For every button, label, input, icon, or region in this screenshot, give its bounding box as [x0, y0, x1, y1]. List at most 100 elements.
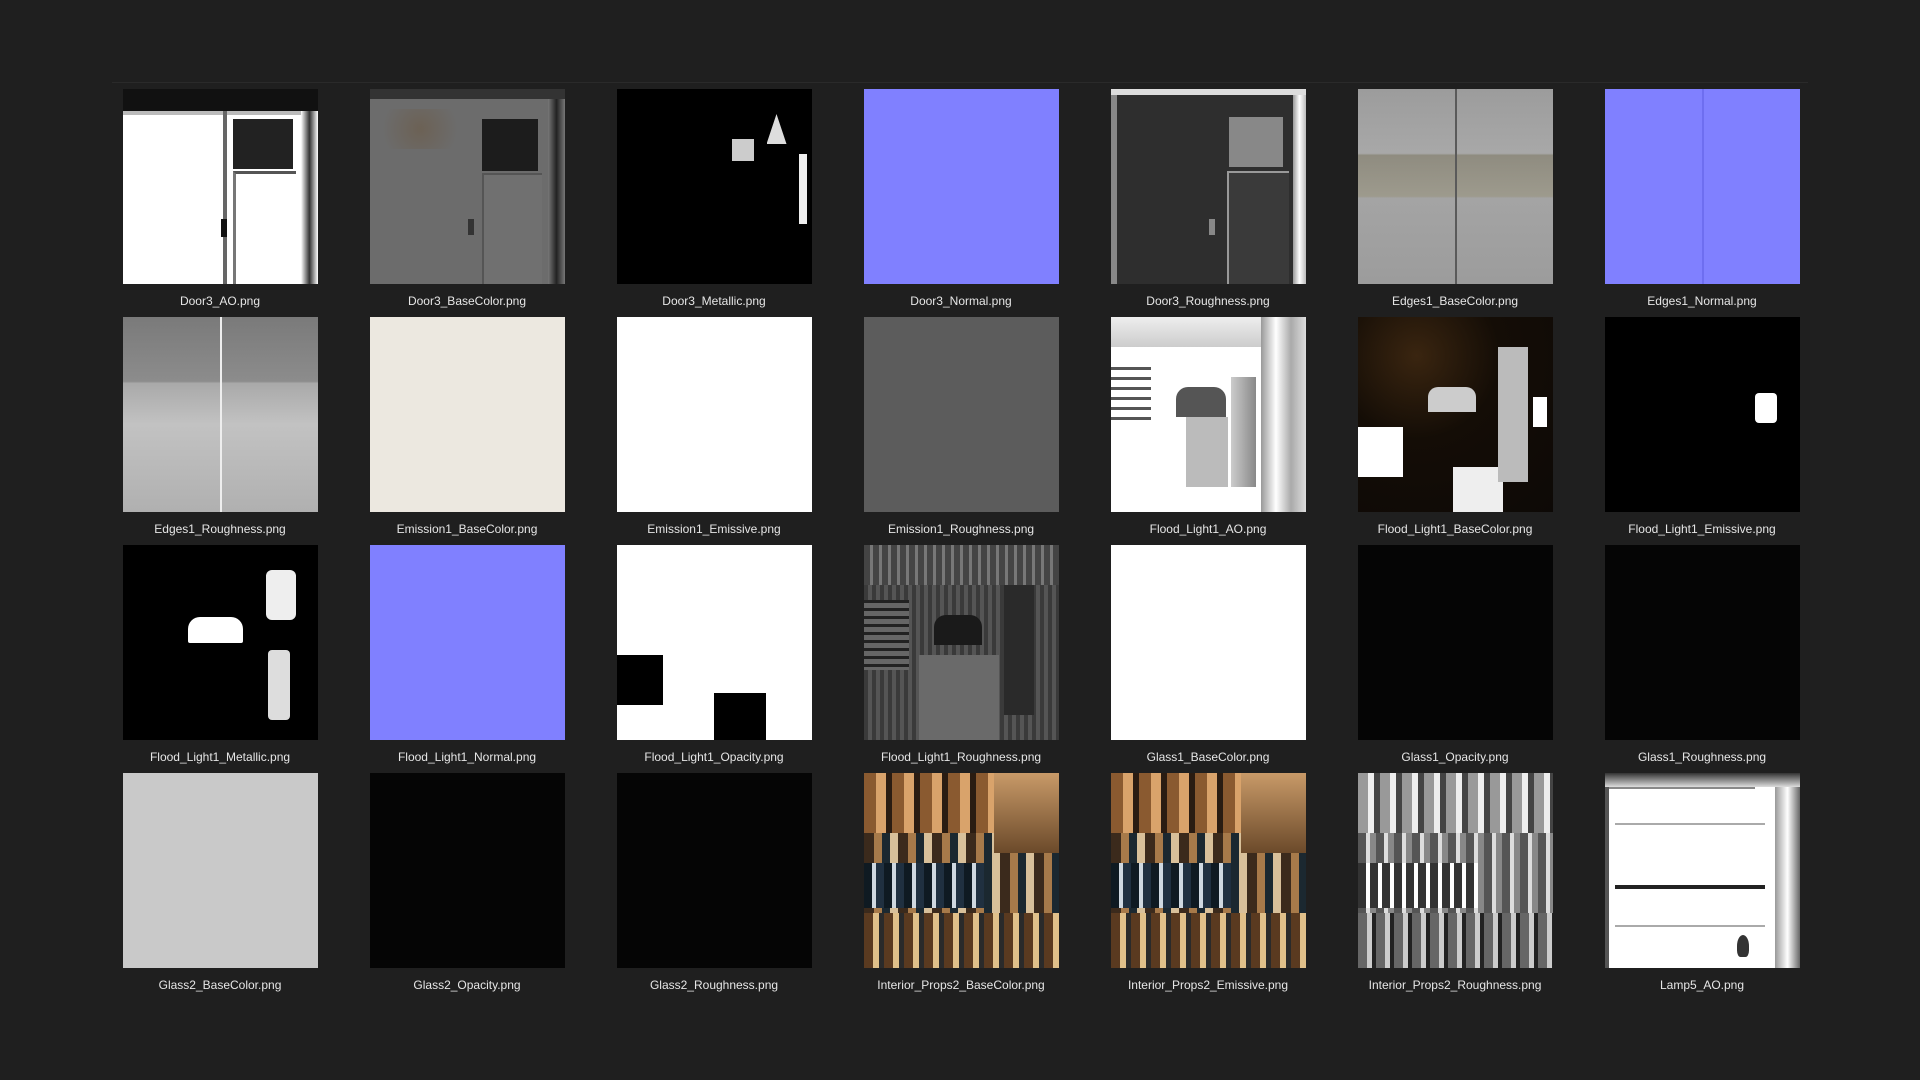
texture-thumbnail[interactable]: [369, 317, 565, 512]
file-name-label: Door3_BaseColor.png: [407, 294, 527, 308]
file-tile[interactable]: Flood_Light1_Normal.png: [369, 545, 565, 773]
file-tile[interactable]: Glass1_BaseColor.png: [1110, 545, 1306, 773]
texture-shape: [481, 173, 542, 284]
texture-thumbnail[interactable]: [369, 89, 565, 284]
texture-thumbnail[interactable]: [1357, 545, 1553, 740]
texture-shape: [232, 171, 296, 284]
texture-shape: [731, 139, 754, 161]
file-tile[interactable]: Flood_Light1_Opacity.png: [616, 545, 812, 773]
texture-shape: [1604, 787, 1609, 968]
texture-thumbnail[interactable]: [122, 89, 318, 284]
file-tile[interactable]: Interior_Props2_Emissive.png: [1110, 773, 1306, 1001]
file-name-label: Flood_Light1_Roughness.png: [880, 750, 1042, 764]
texture-thumbnail[interactable]: [1604, 545, 1800, 740]
texture-thumbnail[interactable]: [616, 773, 812, 968]
file-tile[interactable]: Door3_Normal.png: [863, 89, 1059, 317]
file-tile[interactable]: Glass2_Opacity.png: [369, 773, 565, 1001]
texture-thumbnail[interactable]: [122, 773, 318, 968]
texture-shape: [863, 600, 909, 670]
file-tile[interactable]: Door3_Roughness.png: [1110, 89, 1306, 317]
file-tile[interactable]: Lamp5_AO.png: [1604, 773, 1800, 1001]
texture-thumbnail[interactable]: [863, 773, 1059, 968]
texture-shape: [369, 89, 565, 99]
texture-shape: [1110, 317, 1261, 347]
file-tile[interactable]: Door3_AO.png: [122, 89, 318, 317]
texture-shape: [222, 111, 227, 284]
texture-shape: [1228, 117, 1283, 167]
texture-shape: [1357, 773, 1553, 833]
file-name-label: Edges1_Roughness.png: [154, 522, 286, 536]
texture-thumbnail[interactable]: [1110, 317, 1306, 512]
file-tile[interactable]: Edges1_Roughness.png: [122, 317, 318, 545]
file-name-label: Door3_Metallic.png: [662, 294, 766, 308]
file-tile[interactable]: Emission1_BaseColor.png: [369, 317, 565, 545]
texture-shape: [798, 154, 807, 224]
texture-thumbnail[interactable]: [369, 773, 565, 968]
file-tile[interactable]: Glass1_Opacity.png: [1357, 545, 1553, 773]
texture-thumbnail[interactable]: [1110, 545, 1306, 740]
texture-thumbnail[interactable]: [616, 545, 812, 740]
file-name-label: Interior_Props2_BaseColor.png: [877, 978, 1045, 992]
file-tile[interactable]: Glass2_BaseColor.png: [122, 773, 318, 1001]
texture-shape: [1614, 885, 1765, 889]
file-tile[interactable]: Glass2_Roughness.png: [616, 773, 812, 1001]
texture-shape: [122, 111, 318, 115]
texture-shape: [918, 655, 999, 740]
texture-shape: [616, 655, 663, 705]
file-name-label: Door3_Roughness.png: [1146, 294, 1270, 308]
texture-shape: [1208, 219, 1215, 235]
texture-thumbnail[interactable]: [1357, 317, 1553, 512]
file-tile[interactable]: Edges1_Normal.png: [1604, 89, 1800, 317]
texture-shape: [467, 219, 474, 235]
texture-thumbnail[interactable]: [1604, 89, 1800, 284]
file-name-label: Flood_Light1_Opacity.png: [644, 750, 784, 764]
texture-shape: [1604, 773, 1800, 787]
file-name-label: Glass2_Opacity.png: [413, 978, 521, 992]
texture-thumbnail[interactable]: [863, 317, 1059, 512]
texture-thumbnail[interactable]: [616, 317, 812, 512]
file-name-label: Glass1_Roughness.png: [1637, 750, 1767, 764]
texture-thumbnail[interactable]: [122, 545, 318, 740]
file-name-label: Glass2_Roughness.png: [649, 978, 779, 992]
file-tile[interactable]: Emission1_Roughness.png: [863, 317, 1059, 545]
texture-thumbnail[interactable]: [616, 89, 812, 284]
texture-thumbnail[interactable]: [1604, 317, 1800, 512]
texture-shape: [863, 545, 1059, 585]
file-tile[interactable]: Emission1_Emissive.png: [616, 317, 812, 545]
texture-shape: [863, 863, 984, 908]
file-tile[interactable]: Door3_BaseColor.png: [369, 89, 565, 317]
file-name-label: Flood_Light1_Metallic.png: [149, 750, 291, 764]
texture-shape: [122, 89, 318, 111]
texture-shape: [1454, 89, 1457, 284]
texture-shape: [547, 99, 565, 284]
texture-thumbnail[interactable]: [122, 317, 318, 512]
file-tile[interactable]: Edges1_BaseColor.png: [1357, 89, 1553, 317]
texture-shape: [219, 317, 222, 512]
file-name-label: Emission1_Roughness.png: [887, 522, 1035, 536]
file-name-label: Flood_Light1_Normal.png: [397, 750, 537, 764]
texture-thumbnail[interactable]: [863, 545, 1059, 740]
texture-thumbnail[interactable]: [1604, 773, 1800, 968]
file-tile[interactable]: Door3_Metallic.png: [616, 89, 812, 317]
texture-thumbnail[interactable]: [1110, 89, 1306, 284]
texture-thumbnail[interactable]: [1357, 773, 1553, 968]
file-tile[interactable]: Interior_Props2_BaseColor.png: [863, 773, 1059, 1001]
file-name-label: Interior_Props2_Emissive.png: [1127, 978, 1289, 992]
file-tile[interactable]: Flood_Light1_Metallic.png: [122, 545, 318, 773]
file-tile[interactable]: Flood_Light1_AO.png: [1110, 317, 1306, 545]
texture-thumbnail[interactable]: [1110, 773, 1306, 968]
file-tile[interactable]: Flood_Light1_BaseColor.png: [1357, 317, 1553, 545]
file-tile[interactable]: Glass1_Roughness.png: [1604, 545, 1800, 773]
texture-shape: [187, 617, 243, 643]
texture-thumbnail[interactable]: [369, 545, 565, 740]
file-tile[interactable]: Interior_Props2_Roughness.png: [1357, 773, 1553, 1001]
texture-shape: [1452, 467, 1503, 512]
texture-shape: [1614, 823, 1765, 825]
file-tile[interactable]: Flood_Light1_Roughness.png: [863, 545, 1059, 773]
file-name-label: Door3_AO.png: [179, 294, 261, 308]
texture-shape: [1774, 787, 1800, 968]
file-tile[interactable]: Flood_Light1_Emissive.png: [1604, 317, 1800, 545]
texture-thumbnail[interactable]: [863, 89, 1059, 284]
texture-thumbnail[interactable]: [1357, 89, 1553, 284]
texture-shape: [1175, 387, 1226, 417]
